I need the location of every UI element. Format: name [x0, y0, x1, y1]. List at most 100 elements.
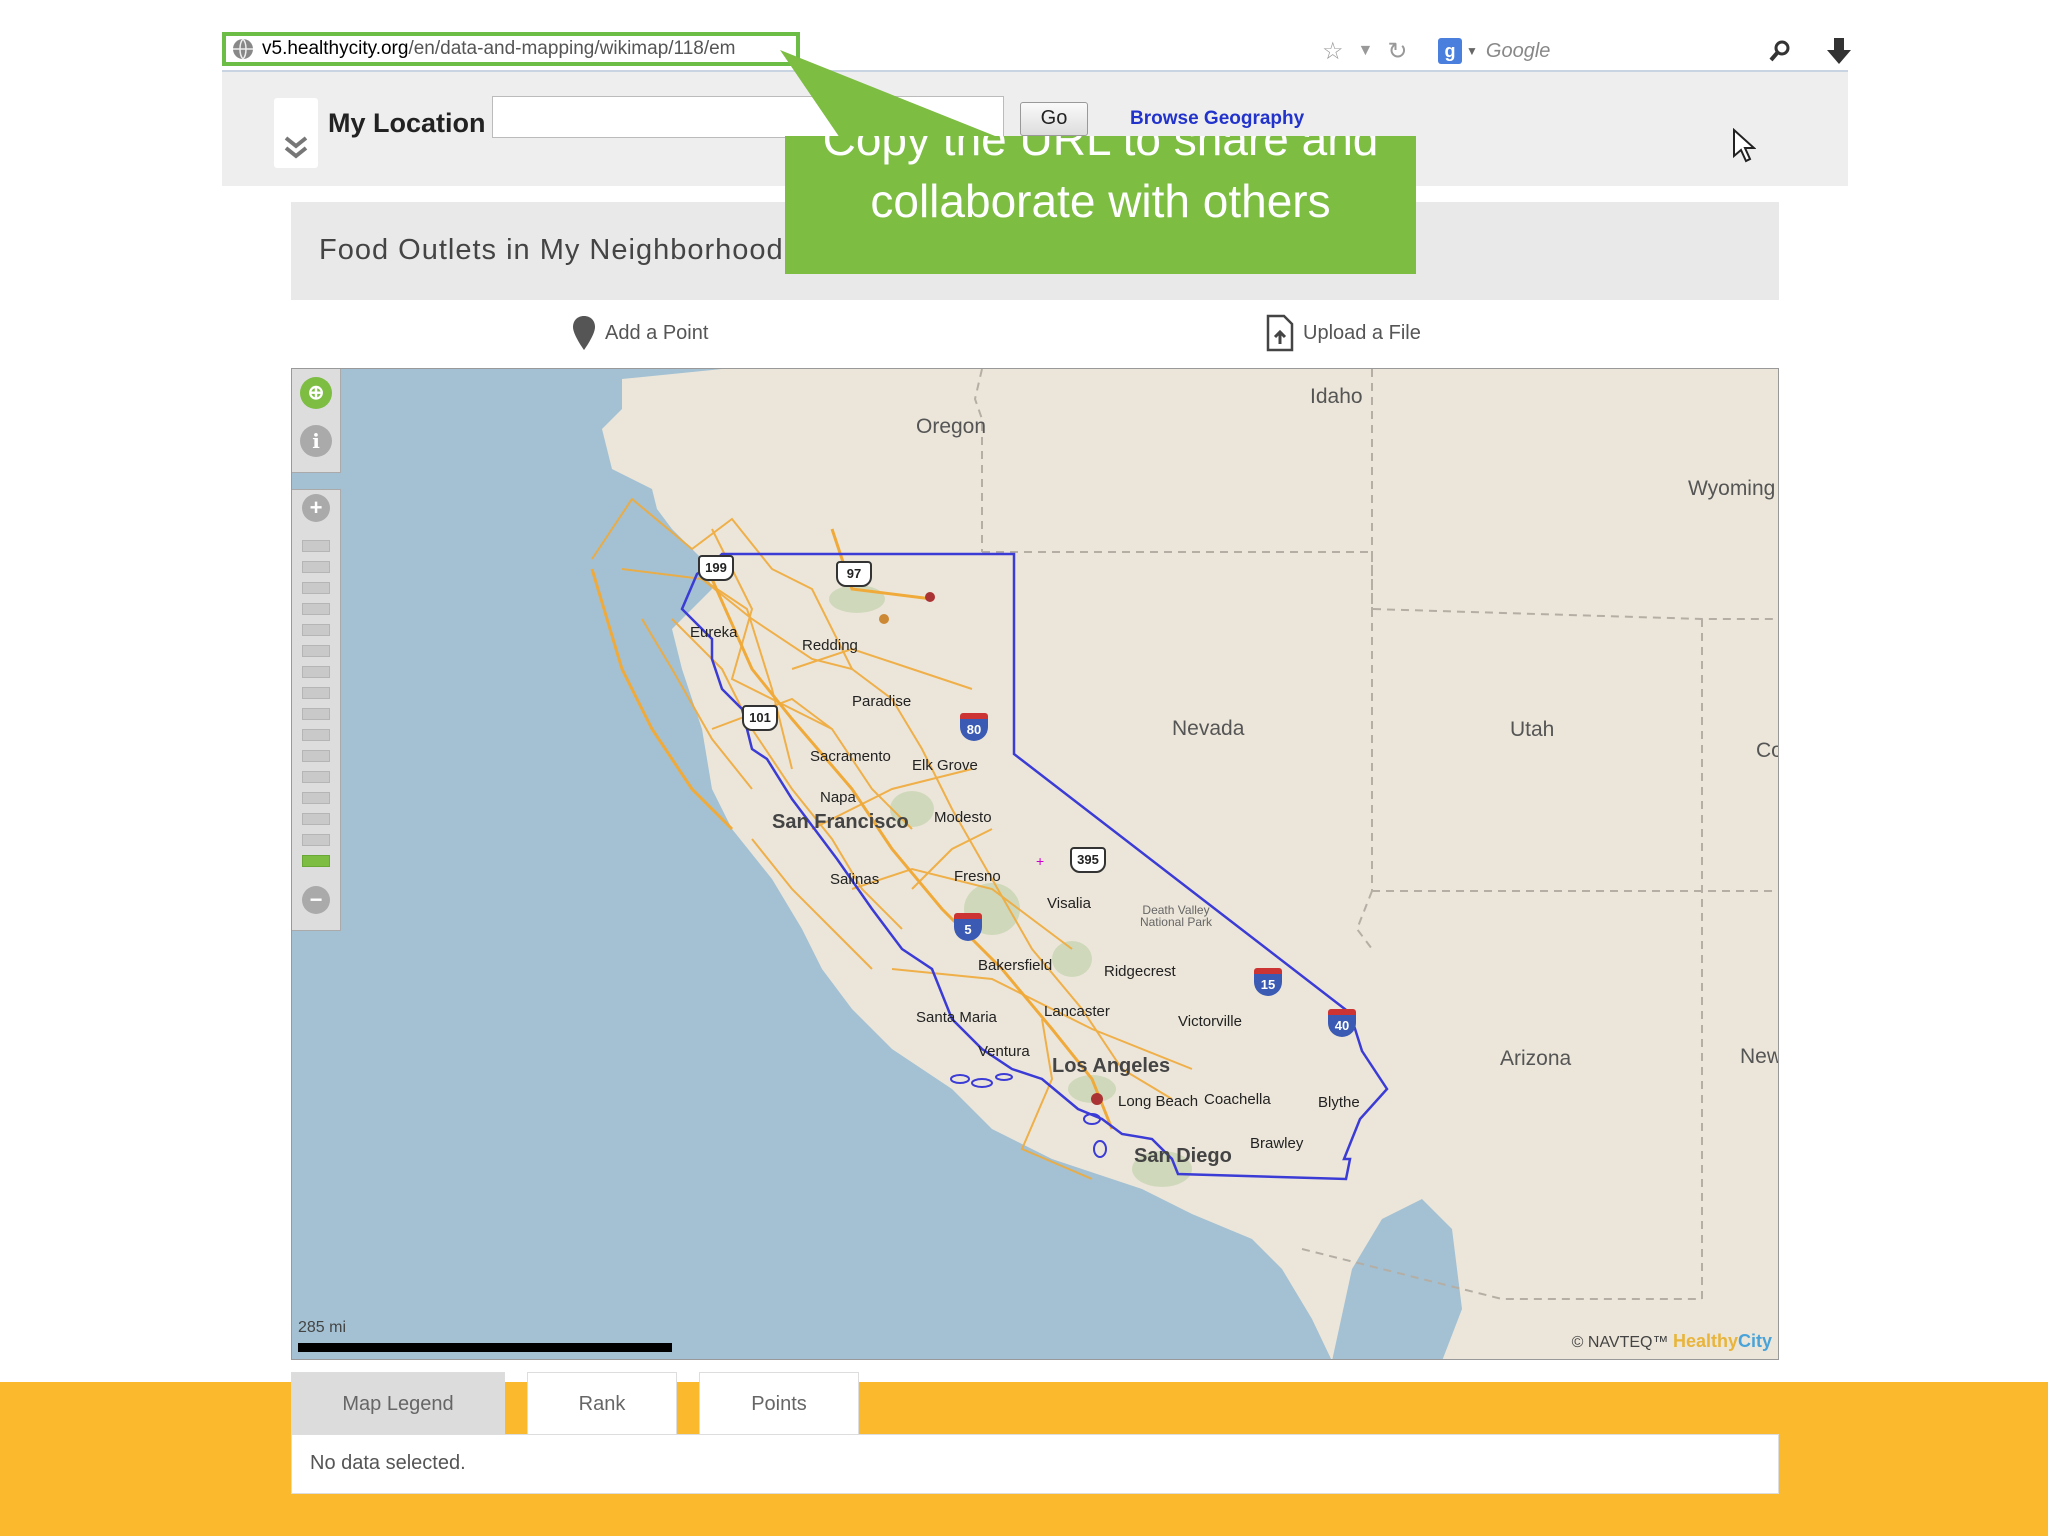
globe-icon — [233, 38, 253, 60]
route-shield-us97: 97 — [836, 561, 872, 587]
zoom-level-step[interactable] — [302, 750, 330, 762]
city-label-fresno: Fresno — [954, 868, 1001, 885]
route-shield-i5: 5 — [954, 913, 982, 941]
state-label-new-mexico: New — [1740, 1045, 1779, 1068]
city-label-napa: Napa — [820, 789, 856, 806]
url-path: /en/data-and-mapping/wikimap/118/em — [408, 38, 736, 59]
tab-rank[interactable]: Rank — [527, 1372, 677, 1434]
mouse-cursor-icon — [1733, 128, 1756, 163]
state-label-colorado: Co — [1756, 739, 1778, 762]
park-label-death-valley: Death Valley National Park — [1139, 903, 1213, 929]
city-label-los-angeles: Los Angeles — [1052, 1055, 1171, 1077]
city-label-brawley: Brawley — [1250, 1135, 1304, 1152]
state-label-arizona: Arizona — [1500, 1047, 1572, 1070]
route-shield-i80: 80 — [960, 713, 988, 741]
zoom-slider[interactable]: + − — [292, 489, 341, 931]
svg-text:+: + — [1036, 853, 1044, 869]
bottom-tabs: Map Legend Rank Points — [291, 1372, 1779, 1434]
state-label-nevada: Nevada — [1172, 717, 1245, 740]
search-engine-placeholder: Google — [1485, 39, 1551, 62]
city-label-visalia: Visalia — [1047, 895, 1091, 912]
map-scale-bar — [298, 1343, 672, 1352]
address-bar[interactable]: v5.healthycity.org/en/data-and-mapping/w… — [222, 32, 800, 66]
my-location-label: My Location — [328, 108, 486, 138]
search-engine-box[interactable]: g ▼ Google — [1438, 34, 1792, 68]
tutorial-callout: Copy the URL to share and collaborate wi… — [785, 136, 1416, 274]
map-view[interactable]: + Oregon Idaho Wyoming Nevada Utah Co Ar… — [291, 368, 1779, 1360]
zoom-level-step[interactable] — [302, 729, 330, 741]
zoom-level-step[interactable] — [302, 813, 330, 825]
city-label-victorville: Victorville — [1178, 1013, 1242, 1030]
healthycity-logo-b: City — [1737, 1331, 1772, 1351]
map-scale-label: 285 mi — [298, 1319, 347, 1336]
browser-url-row: v5.healthycity.org/en/data-and-mapping/w… — [222, 30, 1851, 72]
map-tool-panel: ⊕ i — [292, 369, 341, 473]
zoom-level-step[interactable] — [302, 624, 330, 636]
city-label-santa-maria: Santa Maria — [916, 1009, 997, 1026]
zoom-level-step[interactable] — [302, 582, 330, 594]
upload-file-label: Upload a File — [1303, 321, 1421, 344]
zoom-level-step[interactable] — [302, 771, 330, 783]
collapse-toggle-button[interactable] — [274, 98, 318, 168]
route-shield-us101: 101 — [742, 705, 778, 731]
city-label-blythe: Blythe — [1318, 1094, 1360, 1111]
zoom-in-icon[interactable]: + — [302, 494, 330, 522]
zoom-out-icon[interactable]: − — [302, 886, 330, 914]
zoom-level-step[interactable] — [302, 603, 330, 615]
city-label-coachella: Coachella — [1204, 1091, 1271, 1108]
map-action-bar: Add a Point Upload a File — [291, 300, 1779, 369]
state-label-utah: Utah — [1510, 718, 1555, 741]
browser-action-icons: ☆ ▼ ↻ — [1322, 34, 1407, 68]
file-upload-icon — [1266, 314, 1294, 352]
state-label-wyoming: Wyoming — [1688, 477, 1776, 500]
navteq-copyright: © NAVTEQ™ — [1571, 1334, 1669, 1351]
city-label-san-francisco: San Francisco — [772, 811, 909, 833]
map-pin-icon — [573, 316, 595, 350]
city-label-paradise: Paradise — [852, 693, 912, 710]
zoom-level-step[interactable] — [302, 540, 330, 552]
globe-pan-icon[interactable]: ⊕ — [300, 377, 332, 409]
city-label-long-beach: Long Beach — [1118, 1093, 1199, 1110]
download-icon[interactable] — [1824, 34, 1854, 68]
tab-content-panel: No data selected. — [291, 1434, 1779, 1494]
zoom-level-current[interactable] — [302, 855, 330, 867]
city-label-lancaster: Lancaster — [1044, 1003, 1110, 1020]
city-label-ventura: Ventura — [978, 1043, 1030, 1060]
zoom-level-step[interactable] — [302, 834, 330, 846]
city-label-elk-grove: Elk Grove — [912, 757, 978, 774]
go-button[interactable]: Go — [1020, 102, 1088, 136]
callout-text: Copy the URL to share and collaborate wi… — [822, 136, 1379, 227]
route-shield-us199: 199 — [698, 555, 734, 581]
browse-geography-link[interactable]: Browse Geography — [1130, 108, 1304, 130]
zoom-level-step[interactable] — [302, 645, 330, 657]
map-base-layer: + — [292, 369, 1778, 1359]
map-attribution: © NAVTEQ™ HealthyCity — [1572, 1331, 1772, 1352]
tab-content-message: No data selected. — [310, 1452, 466, 1474]
reload-icon[interactable]: ↻ — [1387, 37, 1407, 66]
tab-points[interactable]: Points — [699, 1372, 859, 1434]
city-label-modesto: Modesto — [934, 809, 992, 826]
tab-map-legend[interactable]: Map Legend — [291, 1372, 505, 1434]
engine-dropdown-icon[interactable]: ▼ — [1466, 44, 1478, 58]
city-label-bakersfield: Bakersfield — [978, 957, 1053, 974]
url-host: v5.healthycity.org — [262, 38, 409, 59]
city-label-eureka: Eureka — [690, 624, 738, 641]
upload-file-button[interactable]: Upload a File — [1265, 314, 1421, 352]
zoom-level-step[interactable] — [302, 687, 330, 699]
zoom-level-step[interactable] — [302, 792, 330, 804]
history-dropdown-icon[interactable]: ▼ — [1358, 42, 1374, 60]
callout-pointer — [780, 50, 1000, 138]
add-point-button[interactable]: Add a Point — [571, 314, 708, 352]
add-point-label: Add a Point — [605, 321, 709, 344]
zoom-level-step[interactable] — [302, 708, 330, 720]
zoom-level-step[interactable] — [302, 666, 330, 678]
search-icon[interactable] — [1768, 39, 1792, 63]
city-label-san-diego: San Diego — [1134, 1145, 1232, 1167]
city-label-salinas: Salinas — [830, 871, 880, 888]
state-label-idaho: Idaho — [1310, 385, 1363, 408]
info-icon[interactable]: i — [300, 425, 332, 457]
zoom-level-step[interactable] — [302, 561, 330, 573]
bookmark-star-icon[interactable]: ☆ — [1322, 37, 1344, 66]
route-shield-i15: 15 — [1254, 968, 1282, 996]
google-engine-icon[interactable]: g — [1438, 38, 1462, 64]
